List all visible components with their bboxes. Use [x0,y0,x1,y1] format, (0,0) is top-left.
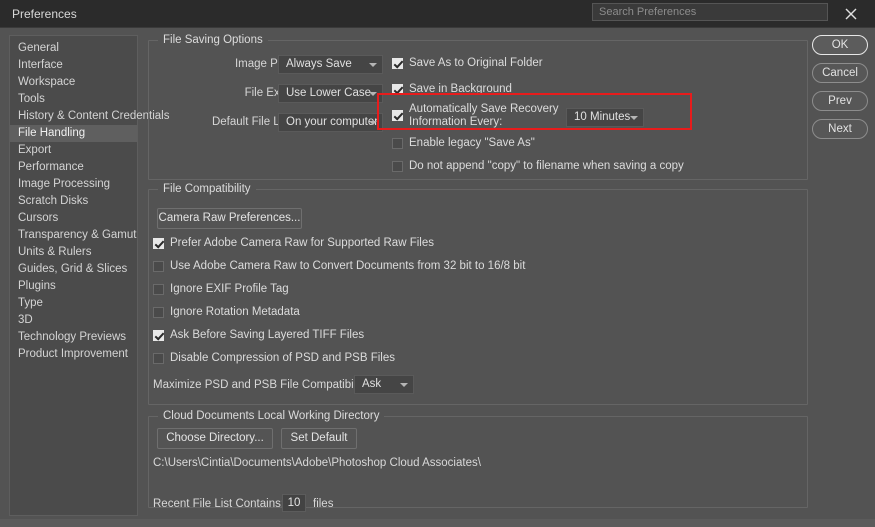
convert-32bit-checkbox[interactable] [153,261,164,272]
sidebar-item-product-improvement[interactable]: Product Improvement [10,346,137,363]
cloud-documents-legend: Cloud Documents Local Working Directory [158,410,384,422]
maximize-compatibility-label: Maximize PSD and PSB File Compatibility: [153,379,371,391]
ok-button[interactable]: OK [812,35,868,55]
sidebar-item-units-rulers[interactable]: Units & Rulers [10,244,137,261]
preferences-content-panel: File Saving Options Image Previews: Alwa… [148,32,808,522]
ignore-exif-profile-tag-label: Ignore EXIF Profile Tag [170,283,289,295]
file-compatibility-legend: File Compatibility [158,183,256,195]
sidebar-item-plugins[interactable]: Plugins [10,278,137,295]
chevron-down-icon [369,121,377,125]
sidebar-item-tools[interactable]: Tools [10,91,137,108]
file-extension-value: Use Lower Case [286,87,371,99]
sidebar-item-workspace[interactable]: Workspace [10,74,137,91]
chevron-down-icon [630,116,638,120]
page-title: Preferences [12,7,77,21]
close-icon[interactable] [840,3,862,24]
do-not-append-copy-label: Do not append "copy" to filename when sa… [409,160,684,172]
maximize-compatibility-select[interactable]: Ask [354,375,414,394]
sidebar-item-performance[interactable]: Performance [10,159,137,176]
file-extension-select[interactable]: Use Lower Case [278,84,383,103]
image-previews-select[interactable]: Always Save [278,55,383,74]
ask-before-saving-tiff-checkbox[interactable] [153,330,164,341]
prefer-camera-raw-label: Prefer Adobe Camera Raw for Supported Ra… [170,237,434,249]
auto-save-interval-select[interactable]: 10 Minutes [566,108,644,127]
ignore-rotation-metadata-checkbox[interactable] [153,307,164,318]
enable-legacy-save-as-checkbox[interactable] [392,138,403,149]
search-input[interactable] [593,4,827,20]
chevron-down-icon [369,92,377,96]
sidebar-item-cursors[interactable]: Cursors [10,210,137,227]
save-as-original-folder-checkbox[interactable] [392,58,403,69]
enable-legacy-save-as-label: Enable legacy "Save As" [409,137,535,149]
sidebar-item-transparency-gamut[interactable]: Transparency & Gamut [10,227,137,244]
sidebar-item-general[interactable]: General [10,40,137,57]
search-preferences-box[interactable] [592,3,828,21]
sidebar-item-export[interactable]: Export [10,142,137,159]
default-file-location-select[interactable]: On your computer [278,113,383,132]
sidebar-item-file-handling[interactable]: File Handling [10,125,137,142]
convert-32bit-label: Use Adobe Camera Raw to Convert Document… [170,260,525,272]
camera-raw-preferences-button[interactable]: Camera Raw Preferences... [157,208,302,229]
choose-directory-button[interactable]: Choose Directory... [157,428,273,449]
cancel-button[interactable]: Cancel [812,63,868,83]
title-bar: Preferences [0,0,875,28]
chevron-down-icon [369,63,377,67]
image-previews-value: Always Save [286,58,352,70]
chevron-down-icon [400,383,408,387]
auto-save-interval-value: 10 Minutes [574,111,630,123]
dialog-button-column: OK Cancel Prev Next [812,35,868,147]
do-not-append-copy-checkbox[interactable] [392,161,403,172]
next-button[interactable]: Next [812,119,868,139]
maximize-compatibility-value: Ask [362,378,381,390]
sidebar-item-type[interactable]: Type [10,295,137,312]
ignore-exif-profile-tag-checkbox[interactable] [153,284,164,295]
recent-file-list-suffix: files [313,498,333,510]
ask-before-saving-tiff-label: Ask Before Saving Layered TIFF Files [170,329,364,341]
auto-save-recovery-checkbox[interactable] [392,110,403,121]
disable-compression-checkbox[interactable] [153,353,164,364]
set-default-button[interactable]: Set Default [281,428,357,449]
ignore-rotation-metadata-label: Ignore Rotation Metadata [170,306,300,318]
sidebar-item-3d[interactable]: 3D [10,312,137,329]
bottom-strip [0,519,875,527]
file-saving-options-legend: File Saving Options [158,34,268,46]
recent-file-list-input[interactable]: 10 [282,494,306,512]
auto-save-recovery-label: Automatically Save Recovery Information … [409,103,579,129]
cloud-working-directory-path: C:\Users\Cintia\Documents\Adobe\Photosho… [153,457,481,469]
disable-compression-label: Disable Compression of PSD and PSB Files [170,352,395,364]
save-in-background-label: Save in Background [409,83,512,95]
prefer-camera-raw-checkbox[interactable] [153,238,164,249]
sidebar-item-guides-grid-slices[interactable]: Guides, Grid & Slices [10,261,137,278]
save-in-background-checkbox[interactable] [392,84,403,95]
recent-file-list-label: Recent File List Contains: [153,498,284,510]
preferences-category-list[interactable]: General Interface Workspace Tools Histor… [9,35,138,516]
default-file-location-value: On your computer [286,116,378,128]
prev-button[interactable]: Prev [812,91,868,111]
sidebar-item-image-processing[interactable]: Image Processing [10,176,137,193]
sidebar-item-scratch-disks[interactable]: Scratch Disks [10,193,137,210]
sidebar-item-history-content-credentials[interactable]: History & Content Credentials [10,108,137,125]
save-as-original-folder-label: Save As to Original Folder [409,57,543,69]
sidebar-item-technology-previews[interactable]: Technology Previews [10,329,137,346]
sidebar-item-interface[interactable]: Interface [10,57,137,74]
